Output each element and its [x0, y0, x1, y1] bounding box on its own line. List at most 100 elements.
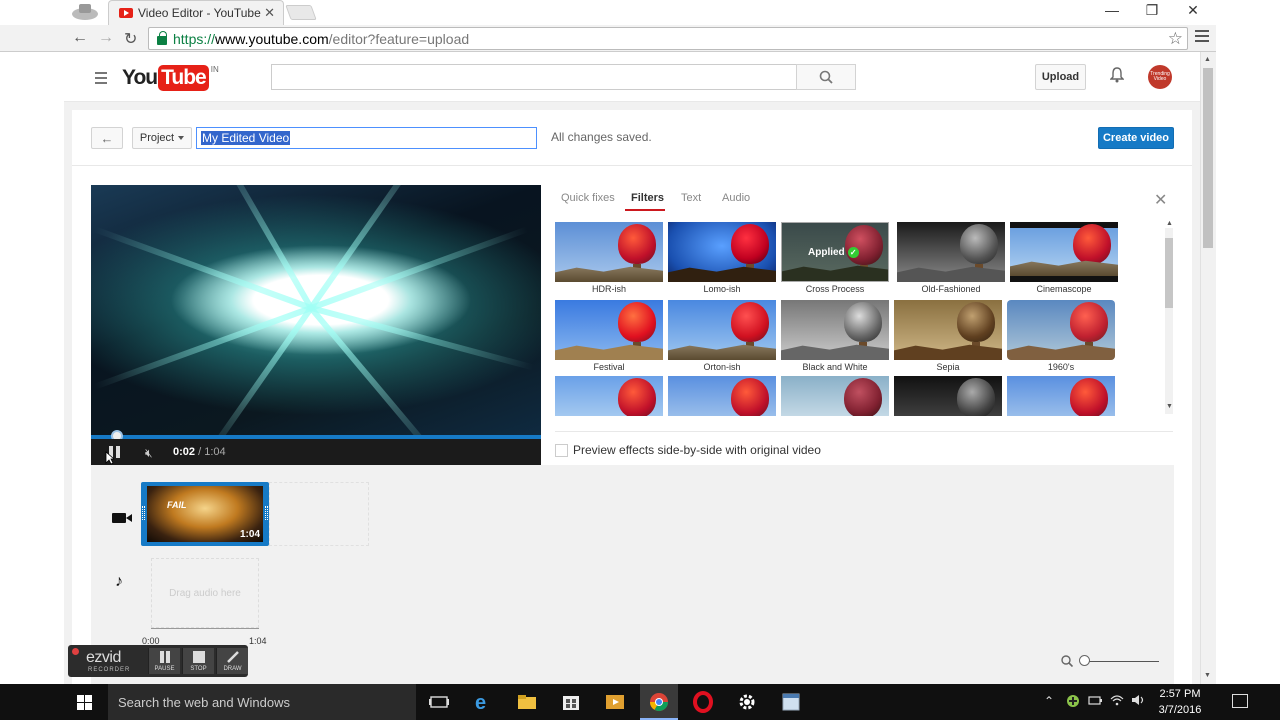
system-clock[interactable]: 2:57 PM 3/7/2016	[1150, 686, 1210, 718]
taskbar-search[interactable]: Search the web and Windows	[108, 684, 416, 720]
page-scroll-up-icon[interactable]: ▲	[1204, 56, 1211, 63]
filter-hdr-ish[interactable]: HDR-ish	[555, 222, 663, 294]
project-dropdown[interactable]: Project	[132, 127, 192, 149]
panel-divider	[555, 431, 1173, 432]
filter-row3-3[interactable]	[781, 376, 889, 416]
action-center-icon[interactable]	[1232, 694, 1248, 708]
url-path: /editor?feature=upload	[328, 30, 470, 47]
page-content: You Tube IN Upload Trending Video ← Proj…	[64, 52, 1216, 684]
filter-1960s[interactable]: 1960's	[1007, 300, 1115, 372]
minimize-button[interactable]: —	[1092, 2, 1132, 18]
filter-row3-1[interactable]	[555, 376, 663, 416]
filter-festival[interactable]: Festival	[555, 300, 663, 372]
current-time: 0:02	[173, 446, 196, 458]
youtube-header: You Tube IN Upload Trending Video	[64, 52, 1216, 102]
mute-icon[interactable]: 🔇︎	[145, 446, 153, 461]
pen-icon	[227, 651, 239, 663]
close-panel-icon[interactable]: ✕	[1154, 190, 1167, 210]
search-input[interactable]	[271, 64, 797, 90]
filter-label: Orton-ish	[703, 362, 741, 372]
youtube-logo[interactable]: You Tube IN	[122, 65, 219, 91]
bookmark-star-icon[interactable]: ☆	[1168, 29, 1183, 49]
tab-filters[interactable]: Filters	[631, 192, 664, 204]
tab-title: Video Editor - YouTube	[138, 6, 261, 20]
browser-toolbar: ← → ↻ https:// www.youtube.com /editor?f…	[0, 25, 1216, 52]
new-tab-button[interactable]	[285, 5, 317, 20]
player-controls: 🔇︎ 0:02 / 1:04	[91, 439, 541, 465]
settings-gear-icon[interactable]	[736, 691, 758, 713]
task-view-icon[interactable]	[428, 691, 450, 713]
filter-row3-2[interactable]	[668, 376, 776, 416]
tray-app-icon[interactable]	[1066, 694, 1080, 711]
chrome-icon[interactable]	[648, 691, 670, 713]
audio-drop-zone[interactable]: Drag audio here	[151, 558, 259, 628]
scroll-down-icon[interactable]: ▼	[1166, 403, 1173, 410]
filter-row3-4[interactable]	[894, 376, 1002, 416]
video-player[interactable]: 🔇︎ 0:02 / 1:04	[91, 185, 541, 465]
address-bar[interactable]: https:// www.youtube.com /editor?feature…	[148, 27, 1188, 50]
windows-taskbar: Search the web and Windows e ⌃ 2:57 PM 3…	[0, 684, 1280, 720]
page-scroll-thumb[interactable]	[1203, 68, 1213, 248]
page-scroll-down-icon[interactable]: ▼	[1204, 672, 1211, 679]
back-button[interactable]: ←	[91, 127, 123, 149]
volume-icon[interactable]	[1131, 694, 1145, 709]
filter-label: Black and White	[802, 362, 868, 372]
avatar[interactable]: Trending Video	[1148, 65, 1172, 89]
filter-lomo-ish[interactable]: Lomo-ish	[668, 222, 776, 294]
filter-cross-process[interactable]: Applied ✓ Cross Process	[781, 222, 889, 294]
restore-button[interactable]: ❐	[1132, 2, 1172, 19]
filter-cinemascope[interactable]: Cinemascope	[1010, 222, 1118, 294]
svg-text:e: e	[475, 692, 486, 713]
filter-orton-ish[interactable]: Orton-ish	[668, 300, 776, 372]
pause-icon	[160, 651, 170, 663]
reload-icon[interactable]: ↻	[124, 29, 137, 49]
wifi-icon[interactable]	[1110, 694, 1124, 709]
video-clip[interactable]: FAIL 1:04	[141, 482, 269, 546]
notification-bell-icon[interactable]	[1109, 67, 1125, 83]
file-explorer-icon[interactable]	[516, 691, 538, 713]
recorder-pause-button[interactable]: PAUSE	[148, 648, 180, 674]
back-arrow-icon[interactable]: ←	[72, 29, 88, 47]
pause-label: PAUSE	[154, 666, 175, 672]
clock-time: 2:57 PM	[1159, 688, 1201, 700]
edge-icon[interactable]: e	[472, 691, 494, 714]
battery-icon[interactable]	[1088, 694, 1102, 709]
opera-icon[interactable]	[692, 691, 714, 713]
guide-menu-icon[interactable]	[95, 72, 107, 87]
video-drop-zone[interactable]	[269, 482, 369, 546]
clip-trim-end-handle[interactable]	[265, 506, 268, 520]
browser-tab[interactable]: Video Editor - YouTube ✕	[108, 0, 284, 25]
recorder-stop-button[interactable]: STOP	[182, 648, 214, 674]
close-window-button[interactable]: ✕	[1173, 2, 1213, 19]
applied-label: Applied	[808, 247, 845, 258]
tab-audio[interactable]: Audio	[722, 192, 750, 204]
windows-start-icon[interactable]	[77, 695, 93, 711]
chrome-menu-icon[interactable]	[1195, 30, 1209, 45]
tab-quick-fixes[interactable]: Quick fixes	[561, 192, 615, 204]
zoom-slider-handle[interactable]	[1079, 655, 1090, 666]
tray-chevron-icon[interactable]: ⌃	[1044, 694, 1054, 708]
project-title-input[interactable]: My Edited Video	[196, 127, 537, 149]
filter-old-fashioned[interactable]: Old-Fashioned	[897, 222, 1005, 294]
search-button[interactable]	[796, 64, 856, 90]
store-icon[interactable]	[560, 691, 582, 713]
filter-black-and-white[interactable]: Black and White	[781, 300, 889, 372]
filters-scroll-thumb[interactable]	[1165, 238, 1173, 308]
tab-text[interactable]: Text	[681, 192, 701, 204]
create-video-button[interactable]: Create video	[1098, 127, 1174, 149]
media-player-icon[interactable]	[604, 691, 626, 713]
forward-arrow-icon[interactable]: →	[98, 29, 114, 47]
filter-label: Cross Process	[805, 284, 865, 294]
recorder-draw-button[interactable]: DRAW	[216, 648, 248, 674]
tab-close-icon[interactable]: ✕	[264, 5, 275, 21]
clip-trim-start-handle[interactable]	[142, 506, 145, 520]
scroll-up-icon[interactable]: ▲	[1166, 220, 1173, 227]
upload-button[interactable]: Upload	[1035, 64, 1086, 90]
zoom-slider-track[interactable]	[1085, 661, 1159, 662]
filter-sepia[interactable]: Sepia	[894, 300, 1002, 372]
filter-row3-5[interactable]	[1007, 376, 1115, 416]
preview-side-by-side[interactable]: Preview effects side-by-side with origin…	[555, 443, 821, 457]
record-indicator-icon	[72, 648, 79, 655]
preview-checkbox[interactable]	[555, 443, 568, 457]
app-window-icon[interactable]	[780, 691, 802, 713]
